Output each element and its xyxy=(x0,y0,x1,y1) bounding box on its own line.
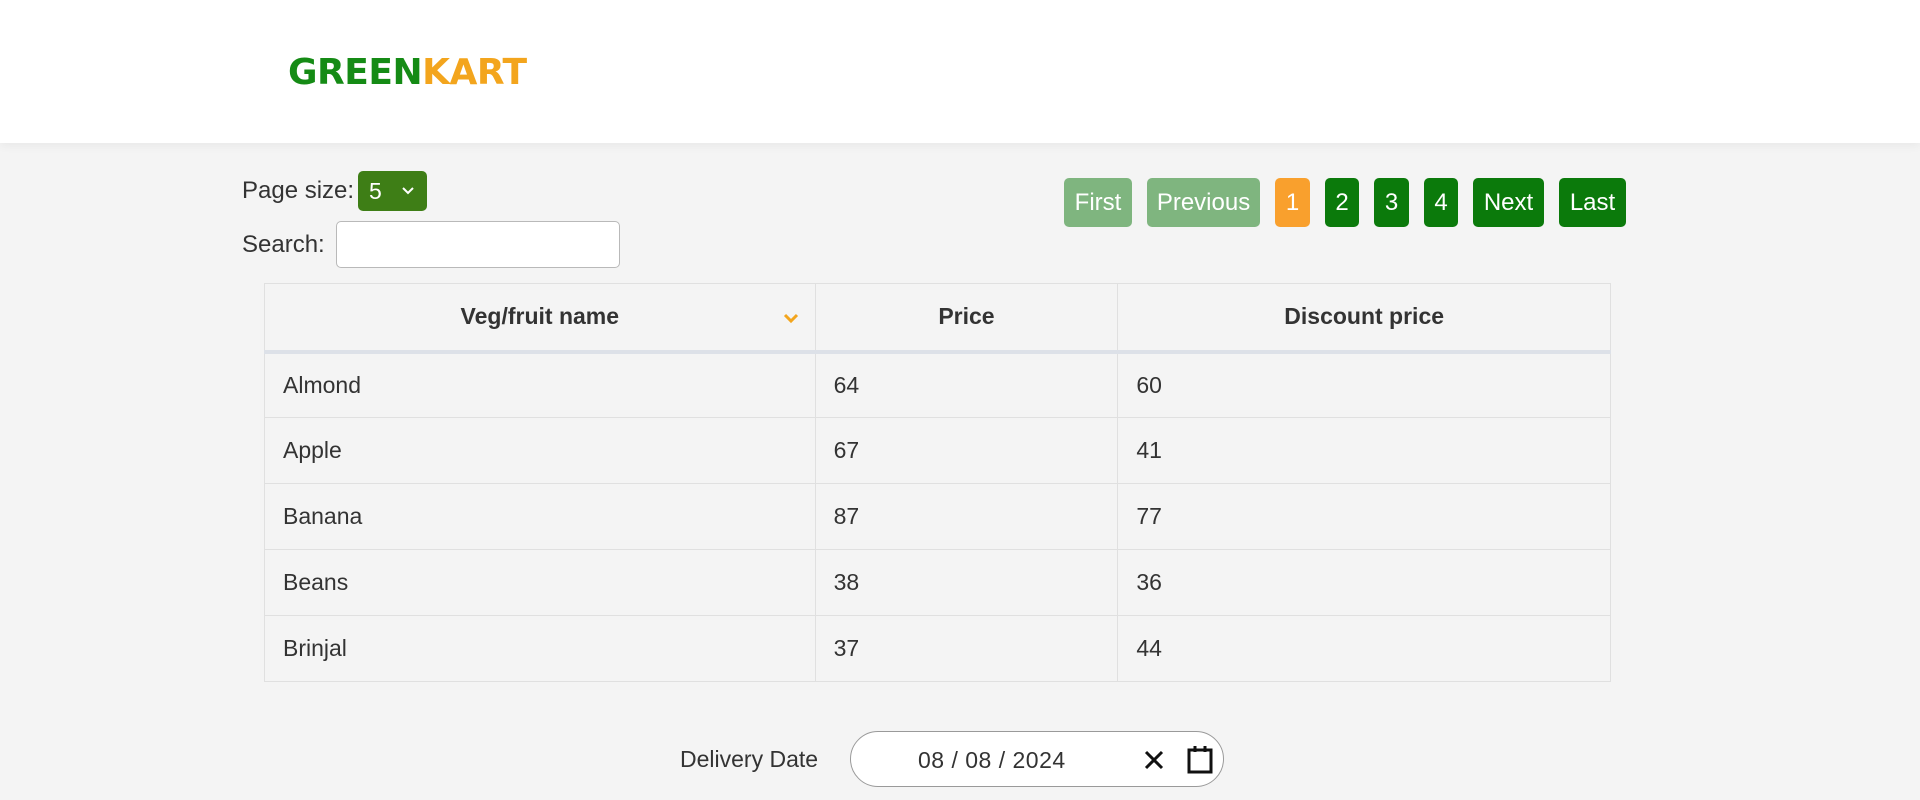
cell-discount: 41 xyxy=(1117,417,1611,484)
delivery-date-picker[interactable]: 08 / 08 / 2024 xyxy=(850,731,1224,787)
page-2-button[interactable]: 2 xyxy=(1325,178,1359,227)
column-header-discount-label: Discount price xyxy=(1284,303,1445,330)
table-row: Apple 67 41 xyxy=(264,417,1611,484)
page-size-select[interactable]: 5 xyxy=(358,171,427,211)
sort-chevron-icon[interactable] xyxy=(781,308,801,328)
column-header-name[interactable]: Veg/fruit name xyxy=(264,283,816,354)
cell-name: Beans xyxy=(264,549,816,616)
cell-price: 67 xyxy=(814,417,1119,484)
page-size-label: Page size: xyxy=(242,177,355,204)
top-header: GREENKART xyxy=(0,0,1920,143)
cell-name: Brinjal xyxy=(264,615,816,682)
table-row: Brinjal 37 44 xyxy=(264,615,1611,682)
cell-discount: 36 xyxy=(1117,549,1611,616)
first-page-button[interactable]: First xyxy=(1064,178,1132,227)
previous-page-button[interactable]: Previous xyxy=(1147,178,1260,227)
calendar-icon[interactable] xyxy=(1186,745,1214,775)
column-header-price-label: Price xyxy=(938,303,995,330)
cell-price: 37 xyxy=(814,615,1119,682)
last-page-button[interactable]: Last xyxy=(1559,178,1626,227)
cell-name: Almond xyxy=(264,351,816,418)
products-table: Veg/fruit name Price Discount price Almo… xyxy=(264,283,1611,682)
cell-discount: 44 xyxy=(1117,615,1611,682)
greenkart-logo[interactable]: GREENKART xyxy=(288,50,527,96)
cell-name: Apple xyxy=(264,417,816,484)
cell-discount: 60 xyxy=(1117,351,1611,418)
page-1-button[interactable]: 1 xyxy=(1275,178,1310,227)
cell-price: 38 xyxy=(814,549,1119,616)
page-size-value: 5 xyxy=(369,178,382,204)
cell-name: Banana xyxy=(264,483,816,550)
column-header-price[interactable]: Price xyxy=(814,283,1119,354)
cell-price: 64 xyxy=(814,351,1119,418)
search-input[interactable] xyxy=(336,221,620,268)
delivery-date-value[interactable]: 08 / 08 / 2024 xyxy=(918,745,1066,775)
table-row: Banana 87 77 xyxy=(264,483,1611,550)
column-header-discount[interactable]: Discount price xyxy=(1117,283,1611,354)
page-3-button[interactable]: 3 xyxy=(1374,178,1409,227)
search-label: Search: xyxy=(242,231,325,258)
clear-icon[interactable] xyxy=(1142,748,1166,772)
cell-discount: 77 xyxy=(1117,483,1611,550)
next-page-button[interactable]: Next xyxy=(1473,178,1544,227)
logo-text-green: GREEN xyxy=(288,52,423,93)
column-header-name-label: Veg/fruit name xyxy=(460,303,620,330)
logo-text-orange: KART xyxy=(422,52,527,93)
table-row: Beans 38 36 xyxy=(264,549,1611,616)
chevron-down-icon xyxy=(402,187,414,195)
cell-price: 87 xyxy=(814,483,1119,550)
page-4-button[interactable]: 4 xyxy=(1424,178,1458,227)
table-row: Almond 64 60 xyxy=(264,351,1611,418)
delivery-date-label: Delivery Date xyxy=(680,746,819,772)
table-header-row: Veg/fruit name Price Discount price xyxy=(264,283,1611,354)
